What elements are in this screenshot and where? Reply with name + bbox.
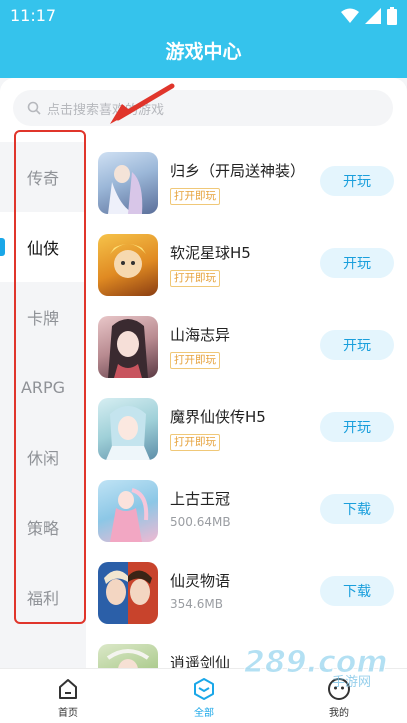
game-name: 上古王冠 [170, 490, 231, 508]
category-label: ARPG [20, 377, 66, 397]
game-name: 归乡（开局送神装） [170, 162, 306, 180]
category-label: 传奇 [26, 169, 59, 188]
category-item-xiuxian[interactable]: 休闲 [0, 422, 86, 492]
game-name: 山海志异 [170, 326, 231, 344]
category-label: 休闲 [26, 449, 59, 468]
instant-play-tag: 打开即玩 [170, 352, 220, 369]
category-item-fuli[interactable]: 福利 [0, 562, 86, 632]
category-sidebar: 传奇 仙侠 卡牌 ARPG 休闲 策略 福利 [0, 142, 86, 668]
download-button[interactable]: 下载 [320, 494, 394, 524]
search-input[interactable]: 点击搜索喜欢的游戏 [13, 90, 393, 126]
bottom-tab-bar: 首页 全部 我的 [0, 668, 407, 723]
game-cover-image [98, 480, 158, 542]
game-row[interactable]: 仙灵物语 354.6MB 下载 [86, 554, 407, 636]
instant-play-tag: 打开即玩 [170, 188, 220, 205]
cube-icon [194, 678, 214, 700]
game-name: 魔界仙侠传H5 [170, 408, 266, 426]
category-label: 福利 [26, 589, 59, 608]
instant-play-tag: 打开即玩 [170, 270, 220, 287]
play-button[interactable]: 开玩 [320, 166, 394, 196]
category-label: 卡牌 [26, 309, 59, 328]
search-area: 点击搜索喜欢的游戏 [0, 78, 407, 142]
battery-icon [387, 7, 397, 25]
game-row[interactable]: 软泥星球H5 打开即玩 开玩 [86, 226, 407, 308]
file-size: 354.6MB [170, 597, 223, 611]
category-label: 仙侠 [26, 239, 59, 258]
game-cover-image [98, 398, 158, 460]
page-title: 游戏中心 [165, 41, 242, 63]
wifi-icon [341, 8, 359, 23]
tab-all[interactable]: 全部 [164, 669, 244, 723]
search-placeholder: 点击搜索喜欢的游戏 [47, 102, 165, 118]
tab-mine-label: 我的 [329, 708, 349, 719]
game-cover-image [98, 152, 158, 214]
game-name: 逍遥剑仙 [170, 654, 231, 668]
tab-home-label: 首页 [58, 708, 78, 719]
category-label: 策略 [26, 519, 59, 538]
profile-face-icon [328, 678, 350, 700]
game-cover-image [98, 316, 158, 378]
category-item-kapai[interactable]: 卡牌 [0, 282, 86, 352]
game-row[interactable]: 上古王冠 500.64MB 下载 [86, 472, 407, 554]
tab-mine[interactable]: 我的 [299, 669, 379, 723]
game-name: 软泥星球H5 [170, 244, 251, 262]
game-row[interactable]: 逍遥剑仙 [86, 636, 407, 668]
play-button[interactable]: 开玩 [320, 412, 394, 442]
game-row[interactable]: 归乡（开局送神装） 打开即玩 开玩 [86, 144, 407, 226]
status-time: 11:17 [10, 6, 57, 25]
status-icons [341, 7, 397, 25]
game-name: 仙灵物语 [170, 572, 231, 590]
instant-play-tag: 打开即玩 [170, 434, 220, 451]
status-bar: 11:17 [0, 0, 407, 32]
play-button[interactable]: 开玩 [320, 330, 394, 360]
category-item-chuanqi[interactable]: 传奇 [0, 142, 86, 212]
category-item-arpg[interactable]: ARPG [0, 352, 86, 422]
game-row[interactable]: 魔界仙侠传H5 打开即玩 开玩 [86, 390, 407, 472]
search-icon [27, 101, 41, 115]
download-button[interactable]: 下载 [320, 576, 394, 606]
game-cover-image [98, 644, 158, 668]
game-cover-image [98, 234, 158, 296]
tab-home[interactable]: 首页 [28, 669, 108, 723]
signal-icon [365, 8, 381, 24]
title-bar: 游戏中心 [0, 32, 407, 78]
play-button[interactable]: 开玩 [320, 248, 394, 278]
category-item-celue[interactable]: 策略 [0, 492, 86, 562]
file-size: 500.64MB [170, 515, 231, 529]
tab-all-label: 全部 [194, 708, 214, 719]
game-row[interactable]: 山海志异 打开即玩 开玩 [86, 308, 407, 390]
category-item-xianxia[interactable]: 仙侠 [0, 212, 86, 282]
game-cover-image [98, 562, 158, 624]
game-list: 归乡（开局送神装） 打开即玩 开玩 软泥星球H5 打开即玩 开玩 山海志异 打开… [86, 142, 407, 668]
home-icon [59, 679, 77, 699]
